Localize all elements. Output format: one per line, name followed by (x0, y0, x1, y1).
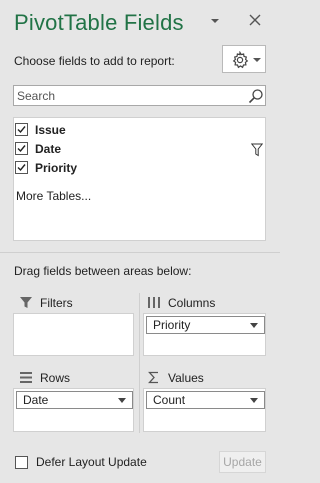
field-name: Date (35, 142, 62, 156)
search-box[interactable] (13, 85, 266, 106)
rows-label: Rows (40, 371, 71, 385)
field-checkbox[interactable] (15, 161, 28, 174)
pivottable-fields-pane: PivotTable Fields Choose fields to add t… (0, 0, 280, 483)
defer-label: Defer Layout Update (36, 455, 147, 469)
checkmark-icon (17, 145, 26, 153)
chip-label: Date (23, 393, 49, 407)
field-row-priority[interactable]: Priority (15, 159, 255, 177)
chevron-down-icon[interactable] (250, 398, 258, 403)
areas-divider (139, 293, 140, 433)
field-checkbox[interactable] (15, 123, 28, 136)
checkmark-icon (17, 164, 26, 172)
field-row-issue[interactable]: Issue (15, 121, 255, 139)
pane-splitter[interactable] (0, 252, 280, 253)
chip-label: Priority (153, 318, 191, 332)
more-tables-link[interactable]: More Tables... (16, 189, 91, 203)
columns-label: Columns (168, 296, 216, 310)
field-name: Issue (35, 123, 66, 137)
chevron-down-icon[interactable] (118, 398, 126, 403)
rows-drop-zone[interactable]: Date (13, 388, 134, 432)
tools-button[interactable] (222, 45, 266, 73)
columns-area-icon (148, 297, 160, 308)
field-row-date[interactable]: Date (15, 140, 255, 158)
values-label: Values (168, 371, 204, 385)
choose-fields-label: Choose fields to add to report: (14, 54, 175, 68)
values-drop-zone[interactable]: Count (143, 388, 266, 432)
filters-label: Filters (40, 296, 73, 310)
field-name: Priority (35, 161, 78, 175)
close-icon[interactable] (248, 13, 262, 27)
checkmark-icon (17, 126, 26, 134)
field-filter-icon[interactable] (251, 143, 263, 157)
update-button[interactable]: Update (219, 451, 266, 473)
sigma-icon (148, 371, 158, 384)
chip-label: Count (153, 393, 186, 407)
search-input[interactable] (14, 86, 242, 105)
drag-fields-label: Drag fields between areas below: (14, 264, 192, 278)
values-field-chip[interactable]: Count (146, 391, 265, 409)
pane-title: PivotTable Fields (14, 10, 184, 35)
rows-area-icon (20, 372, 32, 383)
chevron-down-icon[interactable] (250, 323, 258, 328)
search-icon[interactable] (248, 88, 264, 104)
columns-drop-zone[interactable]: Priority (143, 313, 266, 356)
defer-checkbox[interactable] (15, 456, 28, 469)
chevron-down-icon (253, 58, 261, 62)
field-list: Issue Date Priority More Tables... (13, 117, 266, 241)
task-pane-options-icon[interactable] (210, 16, 220, 26)
columns-field-chip[interactable]: Priority (146, 316, 265, 334)
field-checkbox[interactable] (15, 142, 28, 155)
filter-area-icon (20, 297, 32, 308)
rows-field-chip[interactable]: Date (16, 391, 133, 409)
filters-drop-zone[interactable] (13, 313, 134, 356)
gear-icon (232, 51, 249, 69)
